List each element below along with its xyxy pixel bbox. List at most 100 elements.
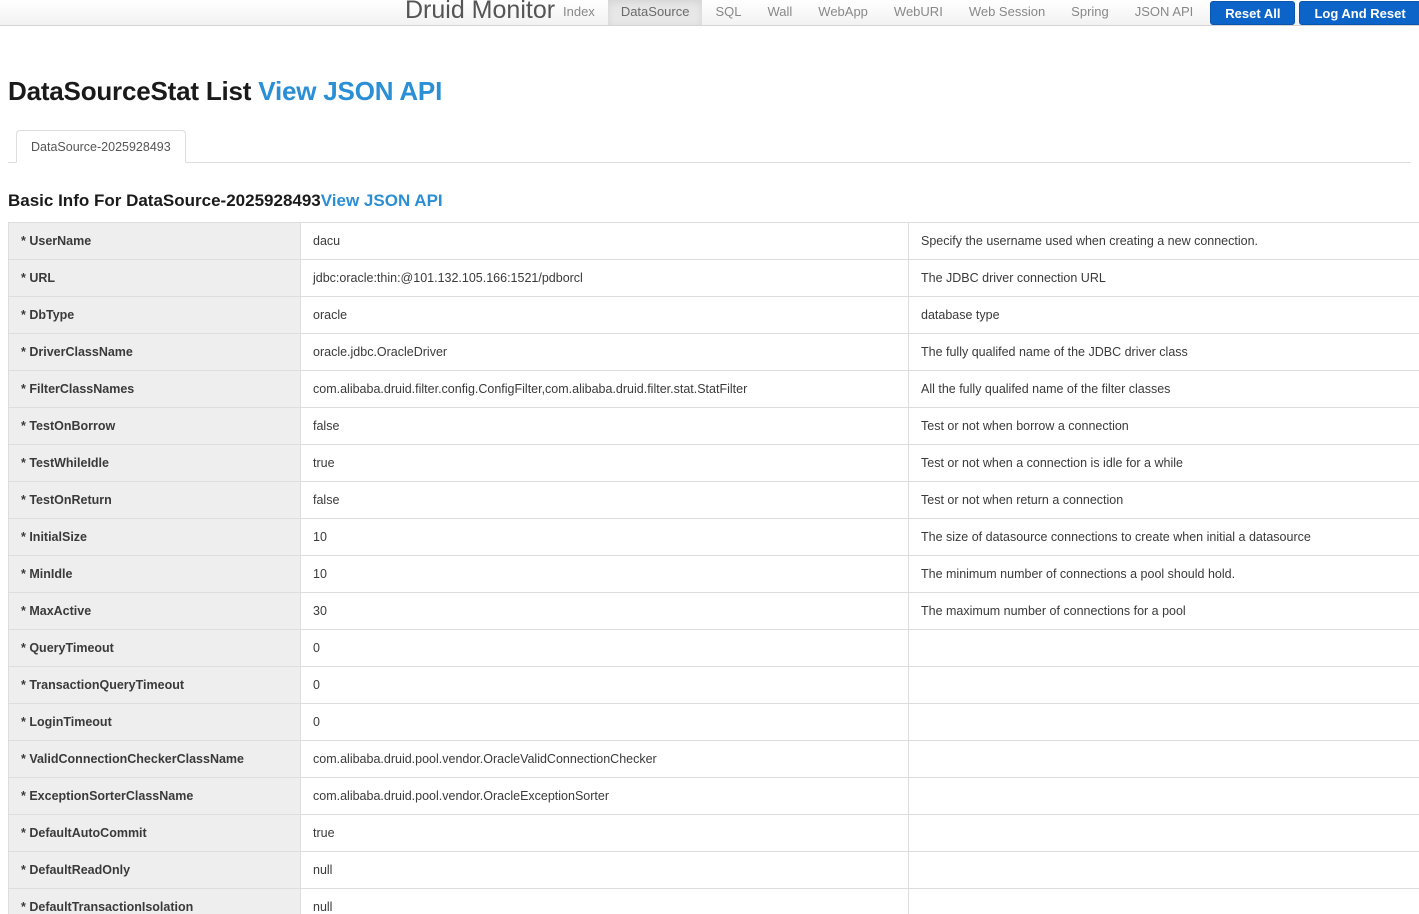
table-row: * ValidConnectionCheckerClassNamecom.ali… [9,741,1419,778]
property-description-cell: All the fully qualifed name of the filte… [909,371,1419,408]
basic-info-table-body: * UserNamedacuSpecify the username used … [9,223,1419,914]
property-value-cell: false [301,482,909,519]
page-title-text: DataSourceStat List [8,76,251,106]
property-description-cell: database type [909,297,1419,334]
property-name-cell: * InitialSize [9,519,301,556]
property-value-cell: 0 [301,667,909,704]
table-row: * TransactionQueryTimeout0 [9,667,1419,704]
property-name-cell: * LoginTimeout [9,704,301,741]
property-value-cell: oracle [301,297,909,334]
property-name-cell: * TestOnBorrow [9,408,301,445]
section-title-text: Basic Info For DataSource-2025928493 [8,191,321,210]
property-description-cell [909,778,1419,815]
property-name-cell: * ValidConnectionCheckerClassName [9,741,301,778]
nav-item-spring[interactable]: Spring [1058,0,1122,25]
property-value-cell: null [301,852,909,889]
top-navbar: Druid Monitor IndexDataSourceSQLWallWebA… [0,0,1419,26]
property-value-cell: 0 [301,704,909,741]
property-value-cell: jdbc:oracle:thin:@101.132.105.166:1521/p… [301,260,909,297]
property-value-cell: true [301,815,909,852]
nav-item-weburi[interactable]: WebURI [881,0,956,25]
property-value-cell: dacu [301,223,909,260]
basic-info-table: * UserNamedacuSpecify the username used … [8,222,1419,914]
property-description-cell: The size of datasource connections to cr… [909,519,1419,556]
table-row: * UserNamedacuSpecify the username used … [9,223,1419,260]
page-title: DataSourceStat List View JSON API [8,26,1411,106]
table-row: * DbTypeoracledatabase type [9,297,1419,334]
table-row: * DefaultAutoCommittrue [9,815,1419,852]
table-row: * DriverClassNameoracle.jdbc.OracleDrive… [9,334,1419,371]
datasource-tab-bar: DataSource-2025928493 [8,130,1411,163]
page-container: DataSourceStat List View JSON API DataSo… [0,26,1419,914]
property-value-cell: 30 [301,593,909,630]
section-view-json-api-link[interactable]: View JSON API [321,191,443,210]
table-row: * TestOnBorrowfalseTest or not when borr… [9,408,1419,445]
section-title: Basic Info For DataSource-2025928493View… [8,163,1411,222]
nav-item-json-api[interactable]: JSON API [1122,0,1207,25]
table-row: * TestOnReturnfalseTest or not when retu… [9,482,1419,519]
property-value-cell: oracle.jdbc.OracleDriver [301,334,909,371]
property-description-cell: Test or not when return a connection [909,482,1419,519]
property-description-cell [909,741,1419,778]
nav-item-wall[interactable]: Wall [754,0,805,25]
table-row: * LoginTimeout0 [9,704,1419,741]
tab-datasource-2025928493[interactable]: DataSource-2025928493 [16,130,186,163]
nav-item-sql[interactable]: SQL [702,0,754,25]
property-value-cell: com.alibaba.druid.pool.vendor.OracleExce… [301,778,909,815]
nav-item-webapp[interactable]: WebApp [805,0,881,25]
app-brand[interactable]: Druid Monitor [405,0,555,23]
property-name-cell: * MaxActive [9,593,301,630]
table-row: * URLjdbc:oracle:thin:@101.132.105.166:1… [9,260,1419,297]
property-description-cell: The JDBC driver connection URL [909,260,1419,297]
property-description-cell [909,667,1419,704]
table-row: * TestWhileIdletrueTest or not when a co… [9,445,1419,482]
property-description-cell [909,704,1419,741]
nav-item-datasource[interactable]: DataSource [608,0,703,25]
property-description-cell: Test or not when a connection is idle fo… [909,445,1419,482]
property-name-cell: * DriverClassName [9,334,301,371]
table-row: * InitialSize10The size of datasource co… [9,519,1419,556]
property-value-cell: 10 [301,519,909,556]
navbar-menu: IndexDataSourceSQLWallWebAppWebURIWeb Se… [550,0,1419,25]
table-row: * DefaultTransactionIsolationnull [9,889,1419,914]
property-description-cell [909,630,1419,667]
property-description-cell: The maximum number of connections for a … [909,593,1419,630]
log-and-reset-button[interactable]: Log And Reset [1299,1,1419,25]
nav-item-index[interactable]: Index [550,0,608,25]
property-value-cell: com.alibaba.druid.pool.vendor.OracleVali… [301,741,909,778]
property-description-cell [909,852,1419,889]
table-row: * ExceptionSorterClassNamecom.alibaba.dr… [9,778,1419,815]
property-value-cell: 10 [301,556,909,593]
property-name-cell: * DbType [9,297,301,334]
property-name-cell: * TestWhileIdle [9,445,301,482]
property-name-cell: * QueryTimeout [9,630,301,667]
property-description-cell [909,815,1419,852]
property-description-cell: Specify the username used when creating … [909,223,1419,260]
property-description-cell [909,889,1419,914]
table-row: * DefaultReadOnlynull [9,852,1419,889]
table-row: * MinIdle10The minimum number of connect… [9,556,1419,593]
table-row: * QueryTimeout0 [9,630,1419,667]
property-name-cell: * DefaultReadOnly [9,852,301,889]
property-value-cell: 0 [301,630,909,667]
property-value-cell: null [301,889,909,914]
view-json-api-link[interactable]: View JSON API [258,76,442,106]
property-value-cell: false [301,408,909,445]
reset-all-button[interactable]: Reset All [1210,1,1295,25]
table-row: * FilterClassNamescom.alibaba.druid.filt… [9,371,1419,408]
property-description-cell: The fully qualifed name of the JDBC driv… [909,334,1419,371]
property-name-cell: * TestOnReturn [9,482,301,519]
property-value-cell: com.alibaba.druid.filter.config.ConfigFi… [301,371,909,408]
property-name-cell: * TransactionQueryTimeout [9,667,301,704]
nav-item-web-session[interactable]: Web Session [956,0,1058,25]
property-name-cell: * ExceptionSorterClassName [9,778,301,815]
property-name-cell: * FilterClassNames [9,371,301,408]
property-name-cell: * DefaultAutoCommit [9,815,301,852]
property-description-cell: The minimum number of connections a pool… [909,556,1419,593]
property-name-cell: * DefaultTransactionIsolation [9,889,301,914]
property-name-cell: * MinIdle [9,556,301,593]
property-name-cell: * URL [9,260,301,297]
table-row: * MaxActive30The maximum number of conne… [9,593,1419,630]
property-description-cell: Test or not when borrow a connection [909,408,1419,445]
property-name-cell: * UserName [9,223,301,260]
